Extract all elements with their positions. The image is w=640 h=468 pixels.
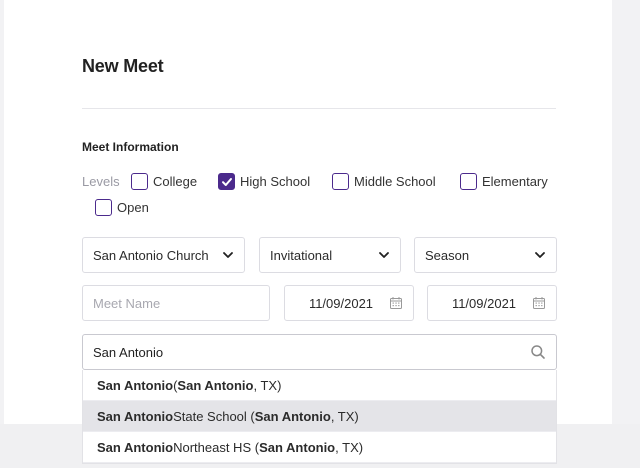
calendar-icon[interactable]	[389, 296, 403, 310]
meet-name-field[interactable]: Meet Name	[82, 285, 270, 321]
suggestion-text: Northeast HS (	[173, 439, 260, 455]
meet-name-placeholder: Meet Name	[93, 295, 161, 311]
page-right-edge	[612, 0, 640, 424]
title-divider	[82, 108, 556, 109]
suggestion-match: San Antonio	[177, 377, 254, 393]
start-date-field[interactable]: 11/09/2021	[284, 285, 414, 321]
suggestion-text: , TX)	[330, 408, 359, 424]
level-checkbox-high-school[interactable]: High School	[218, 173, 310, 190]
page-title: New Meet	[82, 56, 164, 76]
suggestion-text: , TX)	[335, 439, 364, 455]
suggestion-match: San Antonio	[97, 408, 174, 424]
season-select-value: Season	[425, 247, 470, 263]
section-label: Meet Information	[82, 140, 179, 154]
checkbox-box[interactable]	[332, 173, 349, 190]
location-select[interactable]: San Antonio Church	[82, 237, 245, 273]
search-icon[interactable]	[530, 344, 546, 360]
suggestion-match: San Antonio	[97, 439, 174, 455]
suggestion-item[interactable]: San Antonio Northeast HS (San Antonio, T…	[83, 432, 556, 463]
meet-type-select[interactable]: Invitational	[259, 237, 401, 273]
suggestion-item[interactable]: San Antonio (San Antonio, TX)	[83, 370, 556, 401]
checkbox-label: Middle School	[354, 174, 436, 189]
suggestion-match: San Antonio	[259, 439, 336, 455]
checkbox-label: Elementary	[482, 174, 548, 189]
location-search-input[interactable]	[93, 344, 530, 360]
chevron-down-icon	[535, 252, 545, 258]
level-checkbox-elementary[interactable]: Elementary	[460, 173, 548, 190]
suggestion-match: San Antonio	[97, 377, 174, 393]
location-search-field[interactable]	[82, 334, 557, 370]
checkbox-label: High School	[240, 174, 311, 189]
end-date-field[interactable]: 11/09/2021	[427, 285, 557, 321]
checkmark-icon	[221, 177, 232, 186]
chevron-down-icon	[223, 252, 233, 258]
suggestion-match: San Antonio	[254, 408, 331, 424]
start-date-value: 11/09/2021	[308, 295, 374, 311]
checkbox-box[interactable]	[131, 173, 148, 190]
end-date-value: 11/09/2021	[451, 295, 517, 311]
suggestion-text: State School (	[173, 408, 255, 424]
calendar-icon[interactable]	[532, 296, 546, 310]
season-select[interactable]: Season	[414, 237, 557, 273]
level-checkbox-middle-school[interactable]: Middle School	[332, 173, 436, 190]
level-checkbox-college[interactable]: College	[131, 173, 197, 190]
checkbox-box[interactable]	[460, 173, 477, 190]
level-checkbox-open[interactable]: Open	[95, 199, 149, 216]
suggestion-item-highlighted[interactable]: San Antonio State School (San Antonio, T…	[83, 401, 556, 432]
page-left-edge	[0, 0, 4, 424]
meet-type-select-value: Invitational	[270, 247, 333, 263]
search-suggestions: San Antonio (San Antonio, TX) San Antoni…	[82, 370, 557, 464]
checkbox-box[interactable]	[95, 199, 112, 216]
levels-label: Levels	[82, 174, 120, 189]
checkbox-label: Open	[117, 200, 149, 215]
location-select-value: San Antonio Church	[93, 247, 209, 263]
checkbox-label: College	[153, 174, 198, 189]
suggestion-text: , TX)	[253, 377, 282, 393]
checkbox-box-checked[interactable]	[218, 173, 235, 190]
chevron-down-icon	[379, 252, 389, 258]
